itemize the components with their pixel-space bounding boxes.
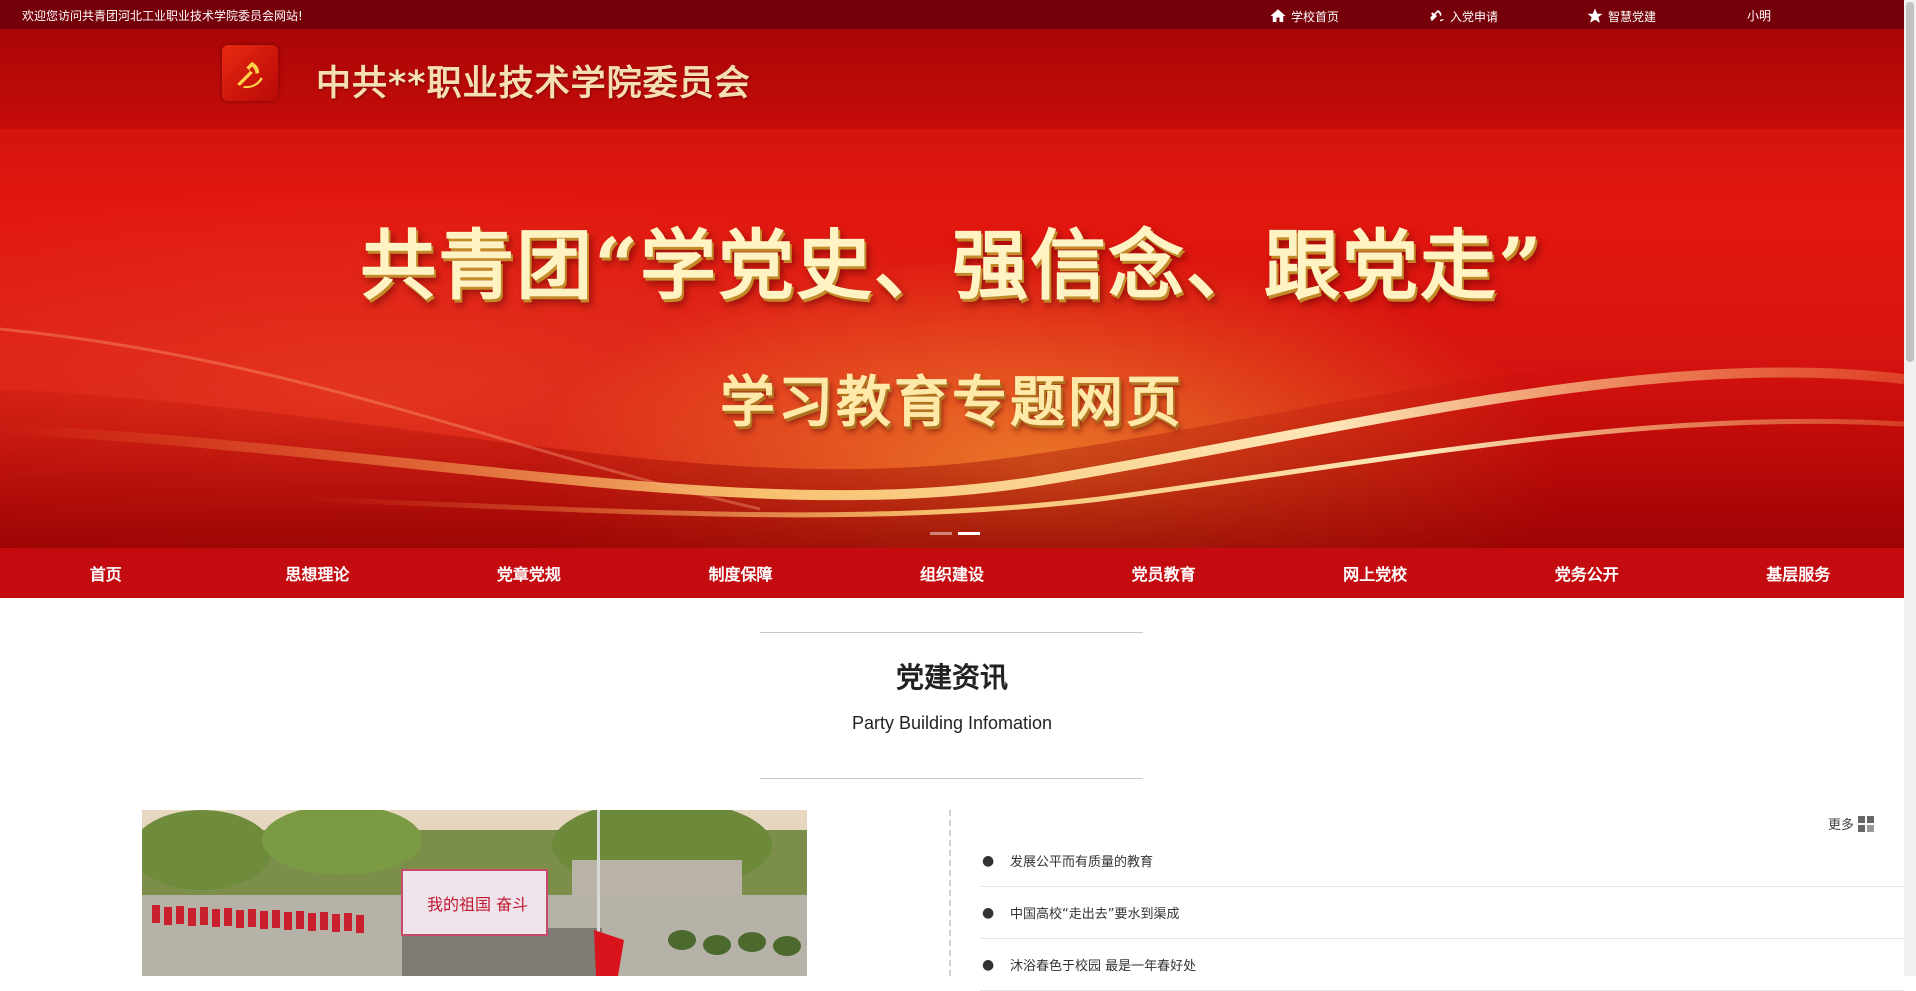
section-divider-top [760, 632, 1143, 633]
party-application-link[interactable]: 入党申请 [1428, 7, 1498, 25]
more-link[interactable]: 更多 [1828, 814, 1875, 833]
site-title: 中共**职业技术学院委员会 [316, 64, 751, 104]
news-title: 发展公平而有质量的教育 [1010, 855, 1154, 870]
school-home-link[interactable]: 学校首页 [1269, 7, 1339, 25]
nav-item-services[interactable]: 基层服务 [1693, 548, 1905, 598]
home-icon [1270, 9, 1286, 22]
nav-item-system[interactable]: 制度保障 [635, 548, 847, 598]
section-title: 党建资讯 [895, 661, 1008, 694]
news-title: 沐浴春色于校园 最是一年春好处 [1010, 959, 1197, 974]
banner-subheadline: 学习教育专题网页 [719, 369, 1184, 434]
header-banner: 中共**职业技术学院委员会 共青团“学党史、强信念、跟党走” 学习教育专题网页 [0, 29, 1904, 548]
section-divider-bottom [760, 778, 1143, 779]
vertical-scrollbar[interactable] [1904, 0, 1916, 976]
column-divider [949, 810, 951, 976]
welcome-text: 欢迎您访问共青团河北工业职业技术学院委员会网站! [22, 9, 303, 23]
hammer-sickle-icon [237, 62, 263, 89]
top-bar: 欢迎您访问共青团河北工业职业技术学院委员会网站! 学校首页 入党申请 智慧党建 … [0, 0, 1916, 29]
nav-item-online-school[interactable]: 网上党校 [1269, 548, 1481, 598]
flag-ceremony-photo: 我的祖国 奋斗 [142, 810, 807, 976]
news-item[interactable]: ● 沐浴春色于校园 最是一年春好处 [980, 939, 1904, 991]
news-photo[interactable]: 我的祖国 奋斗 [142, 810, 807, 976]
party-logo [222, 45, 278, 101]
scrollbar-thumb[interactable] [1906, 2, 1914, 362]
nav-item-regulations[interactable]: 党章党规 [423, 548, 635, 598]
photo-banner-text: 我的祖国 奋斗 [427, 895, 528, 914]
carousel-indicators [930, 532, 980, 535]
news-item[interactable]: ● 中国高校“走出去”要水到渠成 [980, 887, 1904, 939]
nav-item-theory[interactable]: 思想理论 [212, 548, 424, 598]
smart-party-link[interactable]: 智慧党建 [1586, 7, 1656, 25]
news-item[interactable]: ● 发展公平而有质量的教育 [980, 835, 1904, 887]
nav-item-education[interactable]: 党员教育 [1058, 548, 1270, 598]
bullet: ● [982, 956, 995, 973]
nav-item-organization[interactable]: 组织建设 [846, 548, 1058, 598]
main-nav: 首页 思想理论 党章党规 制度保障 组织建设 党员教育 网上党校 党务公开 基层… [0, 548, 1904, 598]
bullet: ● [982, 852, 995, 869]
banner-headline: 共青团“学党史、强信念、跟党走” [360, 221, 1544, 310]
news-title: 中国高校“走出去”要水到渠成 [1010, 907, 1180, 922]
nav-item-affairs[interactable]: 党务公开 [1481, 548, 1693, 598]
star-icon [1587, 8, 1603, 23]
bullet: ● [982, 904, 995, 921]
grid-icon [1858, 815, 1875, 832]
carousel-dot-active[interactable] [958, 532, 980, 535]
news-list: ● 发展公平而有质量的教育 ● 中国高校“走出去”要水到渠成 ● 沐浴春色于校园… [980, 835, 1904, 991]
nav-item-home[interactable]: 首页 [0, 548, 212, 598]
carousel-dot[interactable] [930, 532, 952, 535]
user-name[interactable]: 小明 [1747, 7, 1771, 24]
party-emblem-icon [1430, 10, 1444, 22]
section-subtitle: Party Building Infomation [851, 713, 1053, 733]
